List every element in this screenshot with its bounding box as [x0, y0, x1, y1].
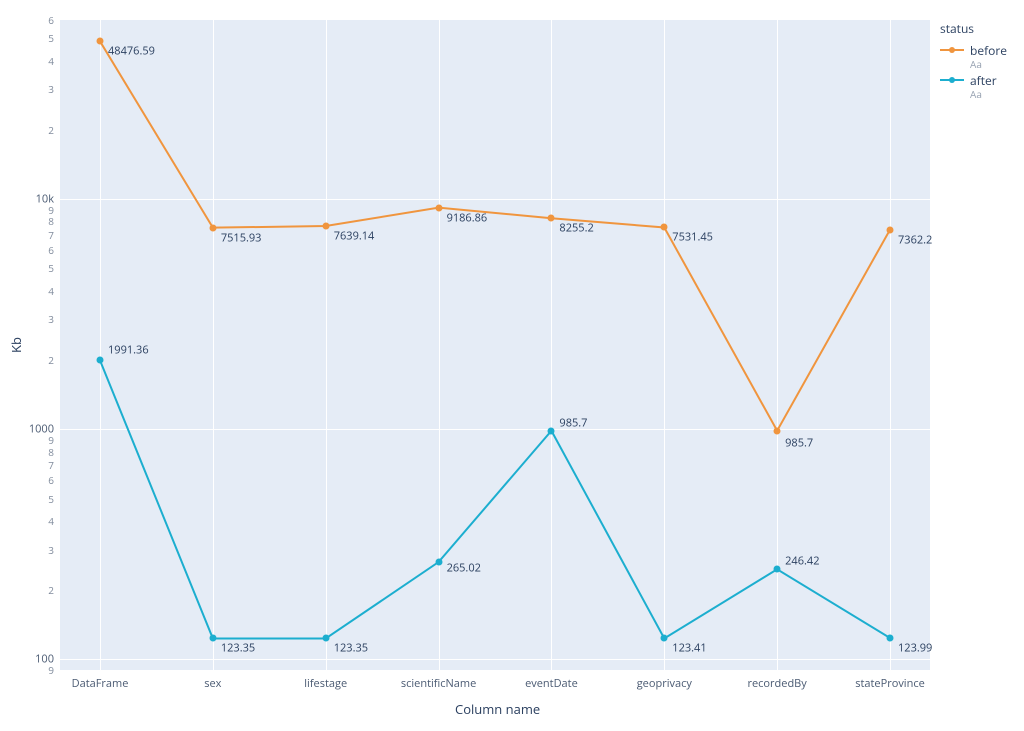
y-tick-minor-label: 4 [48, 284, 54, 298]
y-tick-minor-label: 4 [48, 514, 54, 528]
data-label: 7515.93 [221, 230, 262, 245]
legend-label: before [970, 42, 1007, 59]
y-tick-minor-label: 9 [48, 433, 54, 447]
data-point[interactable] [322, 223, 329, 230]
data-point[interactable] [548, 215, 555, 222]
x-tick-label: scientificName [401, 676, 476, 691]
data-point[interactable] [661, 635, 668, 642]
legend-aa-icon: Aa [970, 57, 1007, 71]
y-tick-minor-label: 9 [48, 203, 54, 217]
y-tick-minor-label: 2 [48, 123, 54, 137]
legend[interactable]: status beforeAaafterAa [940, 20, 1007, 101]
y-tick-minor-label: 5 [48, 261, 54, 275]
data-point[interactable] [209, 635, 216, 642]
legend-label: after [970, 72, 997, 89]
data-label: 7639.14 [334, 229, 375, 244]
data-label: 985.7 [785, 435, 813, 450]
y-tick-minor-label: 7 [48, 228, 54, 242]
y-tick-minor-label: 5 [48, 31, 54, 45]
data-label: 7362.2 [898, 232, 932, 247]
data-point[interactable] [97, 38, 104, 45]
y-tick-minor-label: 3 [48, 312, 54, 326]
data-label: 8255.2 [559, 221, 593, 236]
data-label: 246.42 [785, 554, 819, 569]
data-point[interactable] [774, 427, 781, 434]
x-tick-label: eventDate [525, 676, 578, 691]
y-tick-minor-label: 5 [48, 492, 54, 506]
legend-aa-icon: Aa [970, 87, 1007, 101]
data-point[interactable] [774, 566, 781, 573]
data-label: 123.99 [898, 640, 932, 655]
data-label: 1991.36 [108, 343, 149, 358]
legend-swatch [940, 79, 964, 81]
y-tick-minor-label: 2 [48, 583, 54, 597]
data-label: 48476.59 [108, 44, 155, 59]
data-label: 123.35 [221, 641, 255, 656]
y-axis-label: Kb [7, 337, 25, 353]
y-tick-minor-label: 3 [48, 82, 54, 96]
legend-swatch [940, 49, 964, 51]
legend-title: status [940, 20, 1007, 37]
x-tick-label: sex [204, 676, 221, 691]
x-tick-label: geoprivacy [637, 676, 692, 691]
x-tick-label: DataFrame [72, 676, 129, 691]
data-point[interactable] [209, 224, 216, 231]
y-tick-minor-label: 6 [48, 473, 54, 487]
x-tick-label: lifestage [304, 676, 347, 691]
data-point[interactable] [887, 634, 894, 641]
data-label: 123.35 [334, 641, 368, 656]
plot-area[interactable] [60, 20, 930, 670]
data-label: 985.7 [559, 415, 587, 430]
data-label: 265.02 [447, 561, 481, 576]
y-tick-minor-label: 6 [48, 243, 54, 257]
y-tick-minor-label: 4 [48, 54, 54, 68]
data-point[interactable] [548, 427, 555, 434]
x-tick-label: recordedBy [747, 676, 806, 691]
x-tick-label: stateProvince [855, 676, 925, 691]
data-point[interactable] [97, 357, 104, 364]
y-tick-minor-label: 6 [48, 13, 54, 27]
data-point[interactable] [661, 224, 668, 231]
x-axis-label: Column name [455, 700, 540, 718]
data-point[interactable] [887, 226, 894, 233]
y-tick-minor-label: 9 [48, 663, 54, 677]
data-label: 9186.86 [447, 210, 488, 225]
y-tick-minor-label: 7 [48, 458, 54, 472]
data-point[interactable] [435, 559, 442, 566]
data-label: 123.41 [672, 641, 706, 656]
y-tick-minor-label: 2 [48, 353, 54, 367]
data-label: 7531.45 [672, 230, 713, 245]
y-tick-minor-label: 3 [48, 543, 54, 557]
data-point[interactable] [322, 635, 329, 642]
data-point[interactable] [435, 204, 442, 211]
